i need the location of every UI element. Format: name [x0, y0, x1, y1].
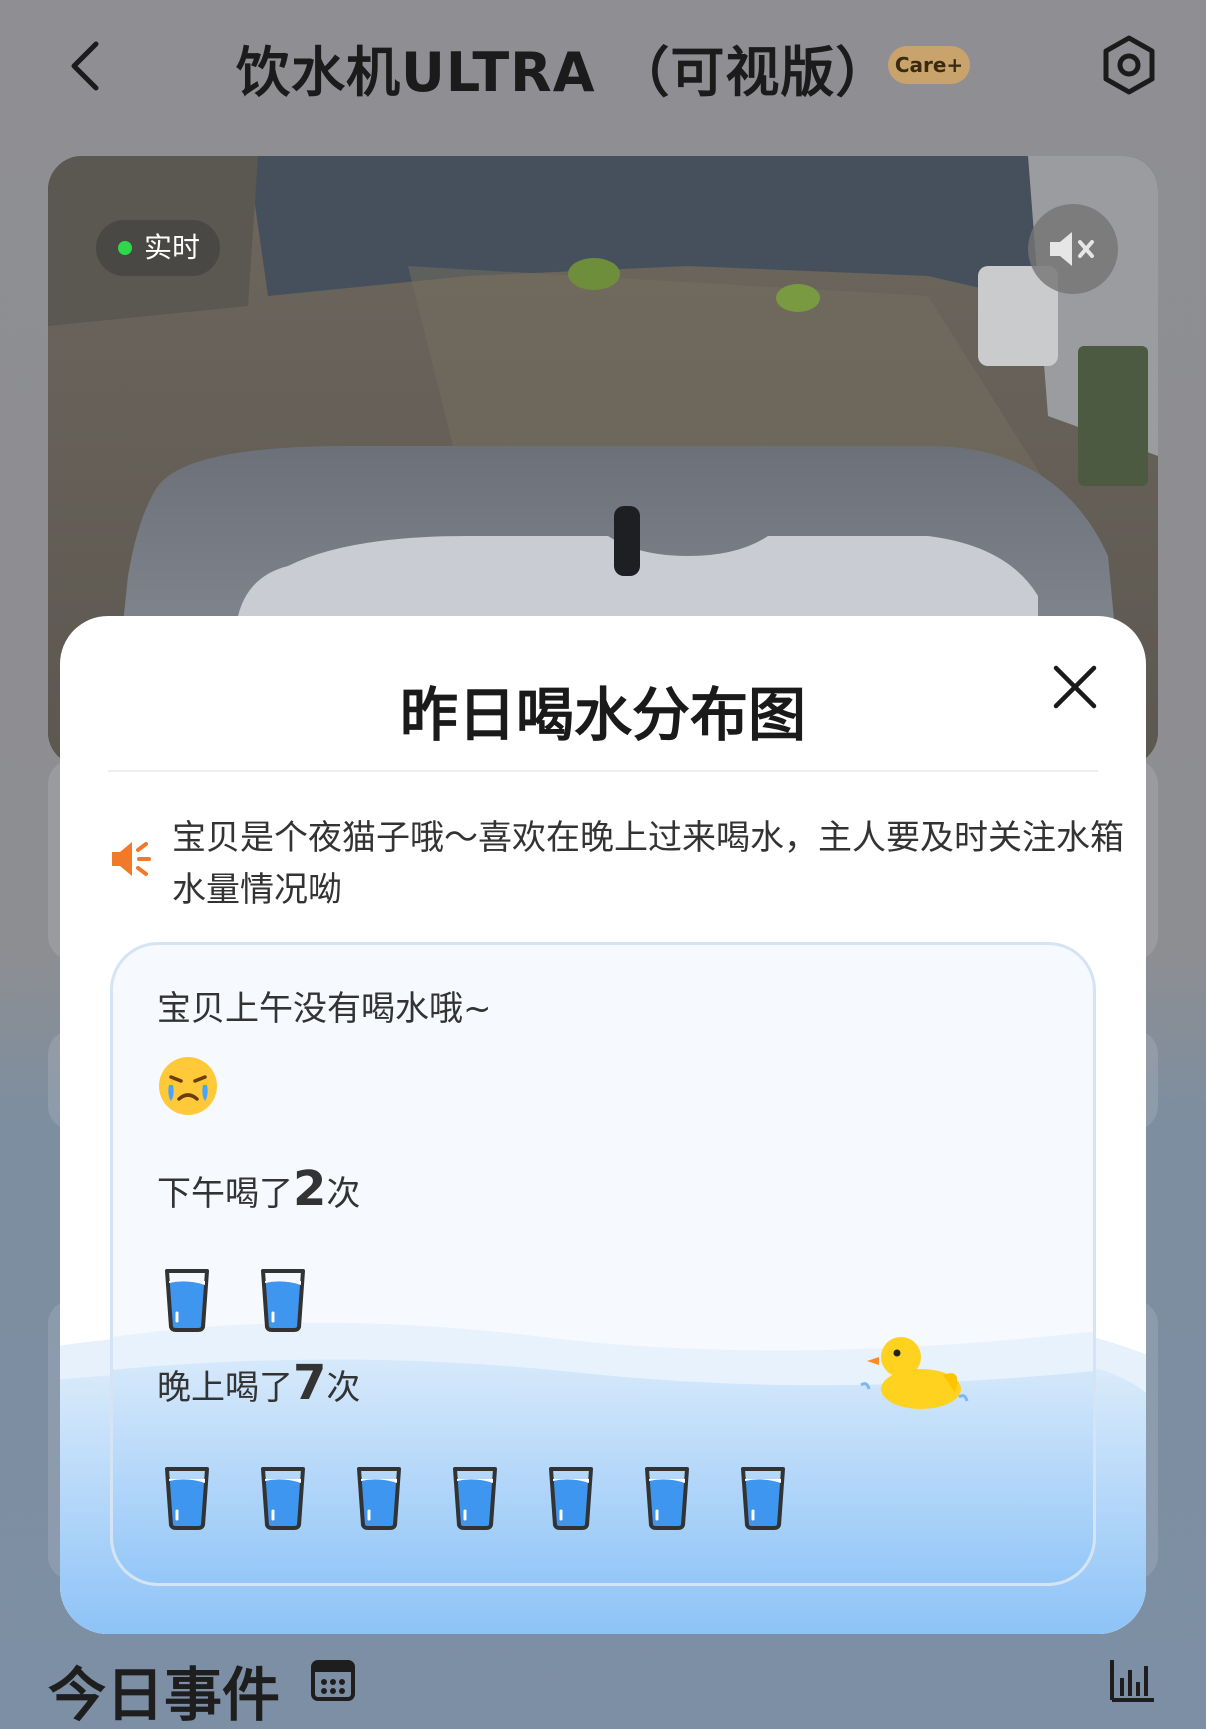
speaker-muted-icon[interactable] [1028, 204, 1118, 294]
morning-label: 宝贝上午没有喝水哦~ [157, 989, 492, 1029]
back-button[interactable] [58, 36, 118, 96]
divider [108, 770, 1098, 772]
afternoon-count: 2 [293, 1161, 327, 1217]
water-cup-icon [645, 1467, 689, 1530]
afternoon-label: 下午喝了2次 [157, 1161, 360, 1217]
water-cup-icon [741, 1467, 785, 1530]
live-indicator-dot [118, 241, 132, 255]
water-cup-icon [261, 1269, 305, 1332]
top-bar: 饮水机ULTRA （可视版） Care+ [0, 0, 1206, 140]
rubber-duck-icon [860, 1337, 969, 1409]
water-cup-icon [261, 1467, 305, 1530]
bar-chart-icon[interactable] [1108, 1656, 1156, 1704]
live-badge: 实时 [96, 220, 221, 276]
water-cup-icon [453, 1467, 497, 1530]
calendar-icon[interactable] [310, 1656, 356, 1702]
drinking-summary-card: 宝贝上午没有喝水哦~ 下午喝了2次 晚上喝了7次 [110, 942, 1096, 1586]
water-cup-icon [549, 1467, 593, 1530]
water-cup-icon [165, 1269, 209, 1332]
evening-prefix: 晚上喝了 [157, 1368, 293, 1408]
today-events-heading: 今日事件 [48, 1661, 281, 1729]
care-plus-badge[interactable]: Care+ [888, 46, 970, 84]
speaker-icon [112, 842, 151, 876]
evening-suffix: 次 [326, 1368, 361, 1408]
afternoon-suffix: 次 [326, 1174, 361, 1214]
crying-face-icon [159, 1057, 217, 1115]
water-cup-icon [357, 1467, 401, 1530]
card-wave-background [113, 1322, 1093, 1583]
live-label: 实时 [144, 231, 201, 264]
afternoon-prefix: 下午喝了 [157, 1174, 293, 1214]
page-title: 饮水机ULTRA （可视版） [236, 41, 891, 104]
water-cup-icon [165, 1467, 209, 1530]
tip-text: 宝贝是个夜猫子哦～喜欢在晚上过来喝水，主人要及时关注水箱水量情况呦 [172, 818, 1124, 910]
close-icon[interactable] [1050, 662, 1100, 712]
gear-icon[interactable] [1098, 34, 1160, 96]
evening-count: 7 [293, 1355, 327, 1411]
evening-label: 晚上喝了7次 [157, 1355, 360, 1411]
dialog-title: 昨日喝水分布图 [399, 681, 806, 749]
drinking-distribution-dialog: 昨日喝水分布图 宝贝是个夜猫子哦～喜欢在晚上过来喝水，主人要及时关注水箱水量情况… [60, 616, 1146, 1634]
